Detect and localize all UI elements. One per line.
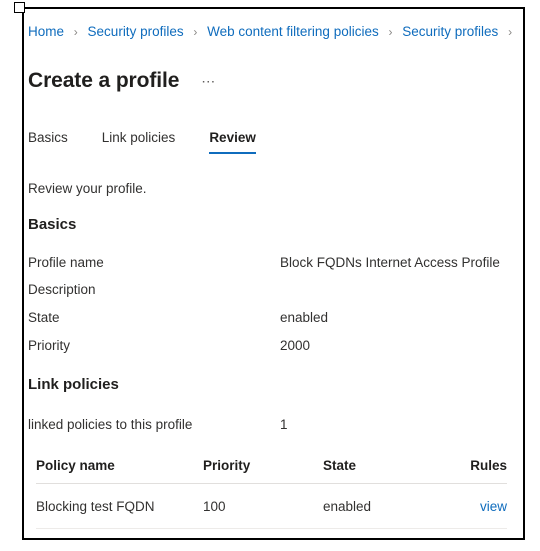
column-header-rules[interactable]: Rules <box>465 458 507 484</box>
tab-link-policies[interactable]: Link policies <box>102 129 176 154</box>
cell-priority: 100 <box>203 483 323 529</box>
breadcrumb-item-security-profiles-2[interactable]: Security profiles <box>402 24 498 39</box>
section-heading-basics: Basics <box>28 216 77 233</box>
table-header-row: Policy name Priority State Rules <box>36 458 507 484</box>
section-heading-link-policies: Link policies <box>28 376 119 393</box>
label-priority: Priority <box>28 338 71 353</box>
breadcrumb: Home › Security profiles › Web content f… <box>28 23 518 41</box>
create-profile-panel: Home › Security profiles › Web content f… <box>22 7 525 540</box>
view-rules-link[interactable]: view <box>480 499 507 514</box>
review-intro-text: Review your profile. <box>28 181 147 196</box>
selection-resize-handle[interactable] <box>14 2 25 13</box>
table-header: Policy name Priority State Rules <box>36 458 507 484</box>
breadcrumb-item-home[interactable]: Home <box>28 24 64 39</box>
value-state: enabled <box>280 310 329 325</box>
chevron-right-icon-trailing: › <box>508 25 513 39</box>
linked-policies-table: Policy name Priority State Rules Blockin… <box>36 458 507 529</box>
label-profile-name: Profile name <box>28 255 104 270</box>
column-header-policy-name[interactable]: Policy name <box>36 458 203 484</box>
breadcrumb-item-security-profiles[interactable]: Security profiles <box>88 24 184 39</box>
cell-state: enabled <box>323 483 465 529</box>
value-priority: 2000 <box>280 338 311 353</box>
chevron-right-icon: › <box>193 25 198 39</box>
value-profile-name: Block FQDNs Internet Access Profile <box>280 255 500 270</box>
more-options-icon[interactable]: ⋯ <box>199 67 219 95</box>
table-row: Blocking test FQDN 100 enabled view <box>36 483 507 529</box>
wizard-tabs: Basics Link policies Review <box>28 129 256 154</box>
cell-rules: view <box>465 483 507 529</box>
value-linked-policies: 1 <box>280 417 288 432</box>
table-body: Blocking test FQDN 100 enabled view <box>36 483 507 529</box>
breadcrumb-item-web-content-filtering-policies[interactable]: Web content filtering policies <box>207 24 379 39</box>
label-linked-policies: linked policies to this profile <box>28 417 193 432</box>
screenshot-root: Home › Security profiles › Web content f… <box>0 0 540 551</box>
title-row: Create a profile ⋯ <box>28 53 219 109</box>
column-header-priority[interactable]: Priority <box>203 458 323 484</box>
page-title: Create a profile <box>28 69 180 93</box>
tab-review[interactable]: Review <box>209 129 256 154</box>
label-description: Description <box>28 282 96 297</box>
cell-policy-name: Blocking test FQDN <box>36 483 203 529</box>
chevron-right-icon: › <box>73 25 78 39</box>
column-header-state[interactable]: State <box>323 458 465 484</box>
label-state: State <box>28 310 60 325</box>
panel-content: Home › Security profiles › Web content f… <box>24 9 523 538</box>
chevron-right-icon: › <box>388 25 393 39</box>
tab-basics[interactable]: Basics <box>28 129 68 154</box>
